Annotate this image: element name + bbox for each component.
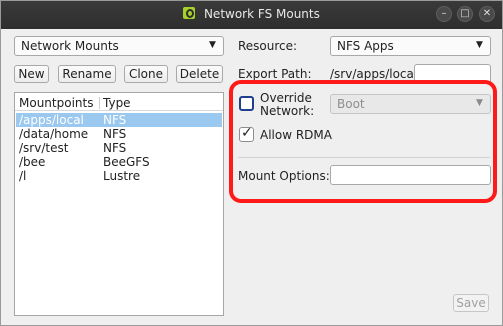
new-button-label: New <box>18 67 45 81</box>
delete-button[interactable]: Delete <box>176 65 223 83</box>
table-row[interactable]: /data/home NFS <box>16 127 222 141</box>
highlight-annotation <box>229 80 497 203</box>
row-type: NFS <box>103 113 127 127</box>
mounts-list[interactable]: Mountpoints Type /apps/local NFS /data/h… <box>14 92 224 316</box>
profile-select-value: Network Mounts <box>21 39 119 53</box>
resource-select-value: NFS Apps <box>337 39 394 53</box>
export-path-prefix: /srv/apps/local/ <box>330 67 422 81</box>
title-wrap: Network FS Mounts <box>1 7 502 21</box>
table-row[interactable]: /apps/local NFS <box>16 113 222 127</box>
row-type: NFS <box>103 127 127 141</box>
row-mountpoint: /data/home <box>19 127 89 141</box>
close-button[interactable]: ✕ <box>479 6 495 22</box>
new-button[interactable]: New <box>14 65 49 83</box>
delete-button-label: Delete <box>179 67 220 81</box>
column-separator <box>99 97 100 109</box>
clone-button-label: Clone <box>128 67 164 81</box>
table-row[interactable]: /srv/test NFS <box>16 141 222 155</box>
column-header-type[interactable]: Type <box>103 96 131 110</box>
title-bar: Network FS Mounts – □ ✕ <box>1 1 502 29</box>
network-app-icon <box>183 7 196 19</box>
rename-button-label: Rename <box>62 67 112 81</box>
clone-button[interactable]: Clone <box>124 65 168 83</box>
network-fs-mounts-window: Network FS Mounts – □ ✕ Network Mounts ▼… <box>0 0 503 326</box>
chevron-down-icon: ▼ <box>476 40 483 50</box>
row-type: Lustre <box>103 169 141 183</box>
minimize-button[interactable]: – <box>436 6 452 22</box>
table-row[interactable]: /bee BeeGFS <box>16 155 222 169</box>
window-title: Network FS Mounts <box>203 7 320 21</box>
list-header: Mountpoints Type <box>15 93 223 111</box>
resource-select[interactable]: NFS Apps ▼ <box>330 36 491 56</box>
chevron-down-icon: ▼ <box>209 40 216 50</box>
profile-select[interactable]: Network Mounts ▼ <box>14 36 224 56</box>
save-button[interactable]: Save <box>453 294 489 312</box>
resource-label: Resource: <box>238 39 298 53</box>
export-path-label: Export Path: <box>238 67 312 81</box>
row-mountpoint: /srv/test <box>19 141 69 155</box>
row-type: NFS <box>103 141 127 155</box>
row-mountpoint: /apps/local <box>19 113 84 127</box>
save-button-label: Save <box>456 296 486 310</box>
table-row[interactable]: /l Lustre <box>16 169 222 183</box>
row-mountpoint: /bee <box>19 155 46 169</box>
row-type: BeeGFS <box>103 155 150 169</box>
column-header-mountpoints[interactable]: Mountpoints <box>19 96 93 110</box>
rename-button[interactable]: Rename <box>58 65 116 83</box>
maximize-button[interactable]: □ <box>457 6 473 22</box>
row-mountpoint: /l <box>19 169 27 183</box>
